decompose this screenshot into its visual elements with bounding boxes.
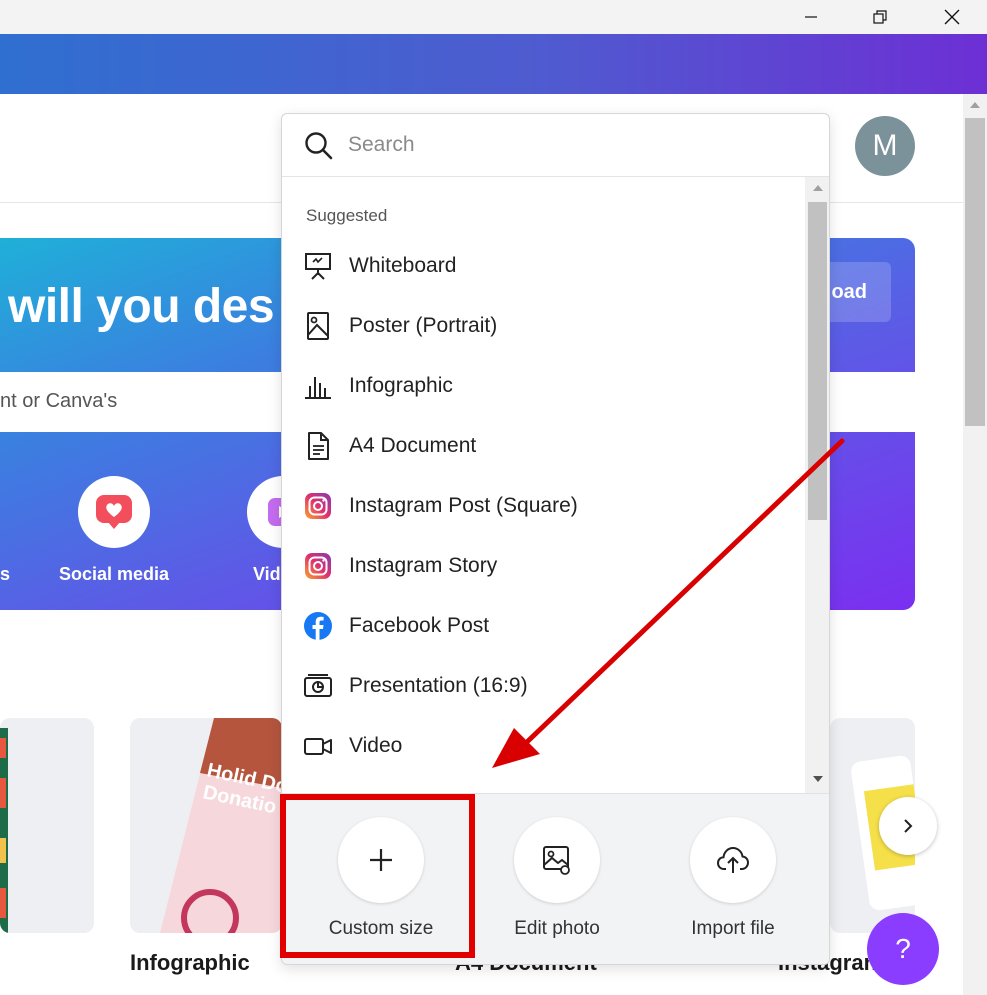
menu-item-facebook-post[interactable]: Facebook Post (282, 596, 804, 656)
dropdown-scroll-up-arrow[interactable] (813, 185, 823, 191)
close-icon (944, 9, 960, 25)
menu-item-label: Video (349, 734, 403, 757)
plus-icon (370, 849, 392, 871)
upload-label: oad (831, 280, 867, 303)
menu-item-infographic[interactable]: Infographic (282, 356, 804, 416)
quick-actions-bar: Custom size Edit photo Import file (282, 793, 829, 964)
menu-item-instagram-post[interactable]: Instagram Post (Square) (282, 476, 804, 536)
dropdown-scroll-down-arrow[interactable] (813, 776, 823, 782)
import-file-label[interactable]: Import file (653, 918, 813, 940)
search-row (282, 114, 829, 177)
page-scroll-up-arrow[interactable] (970, 102, 980, 108)
category-label-social-media[interactable]: Social media (59, 564, 169, 585)
menu-item-presentation[interactable]: Presentation (16:9) (282, 656, 804, 716)
menu-item-label: A4 Document (349, 434, 477, 457)
minimize-icon (805, 16, 817, 18)
template-card[interactable] (0, 718, 94, 933)
poster-icon (302, 310, 334, 342)
template-thumbnail (0, 728, 8, 933)
section-label-suggested: Suggested (306, 206, 388, 225)
help-label: ? (895, 933, 911, 964)
top-banner (0, 34, 987, 94)
avatar[interactable]: M (855, 116, 915, 176)
menu-item-label: Presentation (16:9) (349, 674, 528, 697)
restore-button[interactable] (857, 0, 903, 34)
category-label-video[interactable]: Vid (253, 564, 281, 585)
bar-chart-icon (302, 370, 334, 402)
heart-icon (96, 495, 132, 529)
chevron-right-icon (904, 819, 913, 833)
menu-item-video[interactable]: Video (282, 716, 804, 776)
image-edit-icon (543, 846, 570, 875)
category-label-partial[interactable]: s (0, 564, 10, 585)
close-window-button[interactable] (929, 0, 975, 34)
search-input[interactable] (348, 128, 808, 162)
menu-item-label: Facebook Post (349, 614, 490, 637)
template-card-infographic[interactable]: Holid Donatio Donatio (130, 718, 282, 933)
video-camera-icon (302, 730, 334, 762)
menu-item-label: Poster (Portrait) (349, 314, 498, 337)
restore-icon (873, 10, 887, 24)
menu-item-a4-document[interactable]: A4 Document (282, 416, 804, 476)
custom-size-label[interactable]: Custom size (301, 918, 461, 940)
menu-item-label: Infographic (349, 374, 453, 397)
document-icon (302, 430, 334, 462)
hero-search-placeholder[interactable]: nt or Canva's (0, 390, 117, 413)
carousel-next-button[interactable] (879, 797, 937, 855)
menu-item-label: Whiteboard (349, 254, 457, 277)
instagram-icon (302, 490, 334, 522)
edit-photo-label[interactable]: Edit photo (477, 918, 637, 940)
dropdown-scroll-thumb[interactable] (808, 202, 827, 520)
create-design-dropdown: Suggested Whiteboard Poster (Portrait) I… (281, 113, 830, 965)
whiteboard-icon (302, 250, 334, 282)
import-file-button[interactable] (690, 817, 776, 903)
minimize-button[interactable] (788, 0, 834, 34)
dropdown-scrollbar[interactable] (805, 177, 829, 793)
menu-item-label: Instagram Story (349, 554, 498, 577)
category-social-media[interactable] (78, 476, 150, 548)
template-label-infographic[interactable]: Infographic (130, 950, 250, 976)
page-scroll-thumb[interactable] (965, 118, 985, 426)
hero-title: will you des (8, 280, 275, 333)
menu-item-poster[interactable]: Poster (Portrait) (282, 296, 804, 356)
cloud-upload-icon (716, 846, 750, 873)
instagram-icon (302, 550, 334, 582)
facebook-icon (302, 610, 334, 642)
avatar-initial: M (872, 129, 898, 162)
custom-size-button[interactable] (338, 817, 424, 903)
menu-item-whiteboard[interactable]: Whiteboard (282, 236, 804, 296)
window-titlebar (0, 0, 987, 34)
presentation-icon (302, 670, 334, 702)
infographic-thumbnail: Holid Donatio Donatio (160, 718, 282, 933)
search-icon (305, 132, 333, 160)
help-button[interactable]: ? (867, 913, 939, 985)
edit-photo-button[interactable] (514, 817, 600, 903)
menu-item-instagram-story[interactable]: Instagram Story (282, 536, 804, 596)
menu-item-label: Instagram Post (Square) (349, 494, 578, 517)
